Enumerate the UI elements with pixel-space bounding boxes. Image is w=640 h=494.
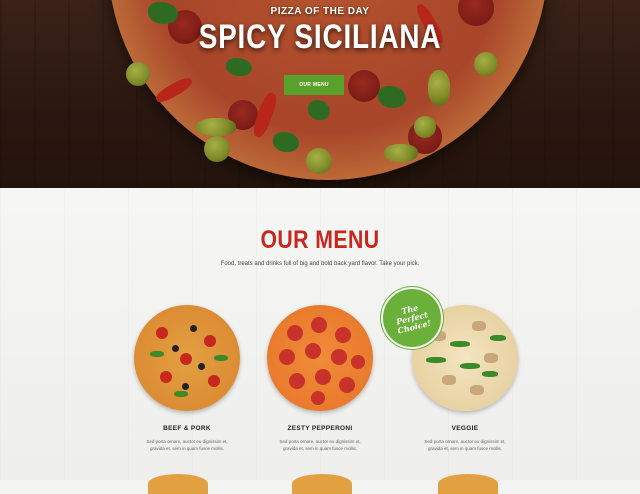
next-row-pizza-image [292, 474, 352, 494]
beef-pork-pizza-image[interactable] [134, 305, 240, 411]
menu-item-zesty-pepperoni[interactable]: ZESTY PEPPERONI Sed porta ornare, auctor… [255, 305, 385, 452]
item-name: VEGGIE [451, 425, 479, 432]
zesty-pepperoni-pizza-image[interactable] [267, 305, 373, 411]
hero-banner: PIZZA OF THE DAY SPICY SICILIANA OUR MEN… [0, 0, 640, 188]
menu-subtitle: Food, treats and drinks full of big and … [220, 261, 420, 267]
item-name: ZESTY PEPPERONI [287, 425, 353, 432]
hero-kicker: PIZZA OF THE DAY [270, 6, 370, 17]
item-description: Sed porta ornare, auctor eu dignissim et… [279, 439, 361, 451]
our-menu-button[interactable]: OUR MENU [284, 75, 344, 95]
menu-item-beef-pork[interactable]: BEEF & PORK Sed porta ornare, auctor eu … [122, 305, 252, 452]
item-description: Sed porta ornare, auctor eu dignissim et… [424, 439, 506, 451]
item-description: Sed porta ornare, auctor eu dignissim et… [146, 439, 228, 451]
next-row-pizza-image [438, 474, 498, 494]
item-name: BEEF & PORK [163, 425, 211, 432]
menu-title: OUR MENU [260, 226, 380, 254]
next-row-pizza-image [148, 474, 208, 494]
hero-title: SPICY SICILIANA [198, 18, 442, 56]
